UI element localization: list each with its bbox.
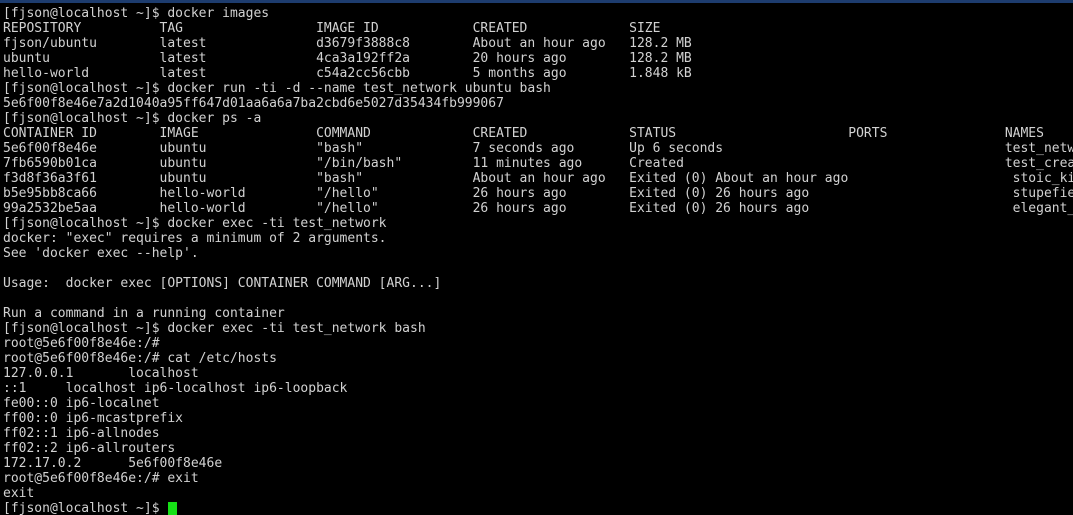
terminal-line: 172.17.0.2 5e6f00f8e46e: [3, 456, 223, 471]
terminal-line: exit: [3, 486, 35, 501]
terminal-line: [fjson@localhost ~]$ docker exec -ti tes…: [3, 216, 387, 231]
terminal-line: fe00::0 ip6-localnet: [3, 396, 160, 411]
terminal-line: b5e95bb8ca66 hello-world "/hello" 26 hou…: [3, 186, 1073, 201]
terminal-line: root@5e6f00f8e46e:/# exit: [3, 471, 199, 486]
terminal-window: [fjson@localhost ~]$ docker images REPOS…: [0, 0, 1073, 515]
terminal-line: [fjson@localhost ~]$ docker run -ti -d -…: [3, 81, 551, 96]
terminal-line: 127.0.0.1 localhost: [3, 366, 199, 381]
terminal-line: REPOSITORY TAG IMAGE ID CREATED SIZE: [3, 21, 661, 36]
terminal-line: ::1 localhost ip6-localhost ip6-loopback: [3, 381, 348, 396]
terminal-line: Run a command in a running container: [3, 306, 285, 321]
terminal-line: ubuntu latest 4ca3a192ff2a 20 hours ago …: [3, 51, 692, 66]
terminal-line: 5e6f00f8e46e7a2d1040a95ff647d01aa6a6a7ba…: [3, 96, 504, 111]
terminal-line: hello-world latest c54a2cc56cbb 5 months…: [3, 66, 692, 81]
terminal-line: root@5e6f00f8e46e:/#: [3, 336, 160, 351]
terminal-line: docker: "exec" requires a minimum of 2 a…: [3, 231, 387, 246]
active-prompt-line[interactable]: [fjson@localhost ~]$: [3, 501, 1073, 515]
text-cursor: [168, 501, 178, 515]
terminal-line: fjson/ubuntu latest d3679f3888c8 About a…: [3, 36, 692, 51]
terminal-line: root@5e6f00f8e46e:/# cat /etc/hosts: [3, 351, 277, 366]
terminal-line: 7fb6590b01ca ubuntu "/bin/bash" 11 minut…: [3, 156, 1073, 171]
shell-prompt: [fjson@localhost ~]$: [3, 501, 168, 515]
terminal-line: See 'docker exec --help'.: [3, 246, 199, 261]
terminal-line: [fjson@localhost ~]$ docker ps -a: [3, 111, 262, 126]
terminal-line: ff00::0 ip6-mcastprefix: [3, 411, 184, 426]
terminal-line: ff02::2 ip6-allrouters: [3, 441, 176, 456]
terminal-line: [fjson@localhost ~]$ docker images: [3, 6, 270, 21]
terminal-line: ff02::1 ip6-allnodes: [3, 426, 160, 441]
terminal-screen[interactable]: [fjson@localhost ~]$ docker images REPOS…: [0, 3, 1073, 515]
terminal-line: f3d8f36a3f61 ubuntu "bash" About an hour…: [3, 171, 1073, 186]
terminal-line: [fjson@localhost ~]$ docker exec -ti tes…: [3, 321, 426, 336]
terminal-line: 5e6f00f8e46e ubuntu "bash" 7 seconds ago…: [3, 141, 1073, 156]
terminal-line: 99a2532be5aa hello-world "/hello" 26 hou…: [3, 201, 1073, 216]
terminal-line: CONTAINER ID IMAGE COMMAND CREATED STATU…: [3, 126, 1044, 141]
terminal-line: Usage: docker exec [OPTIONS] CONTAINER C…: [3, 276, 442, 291]
